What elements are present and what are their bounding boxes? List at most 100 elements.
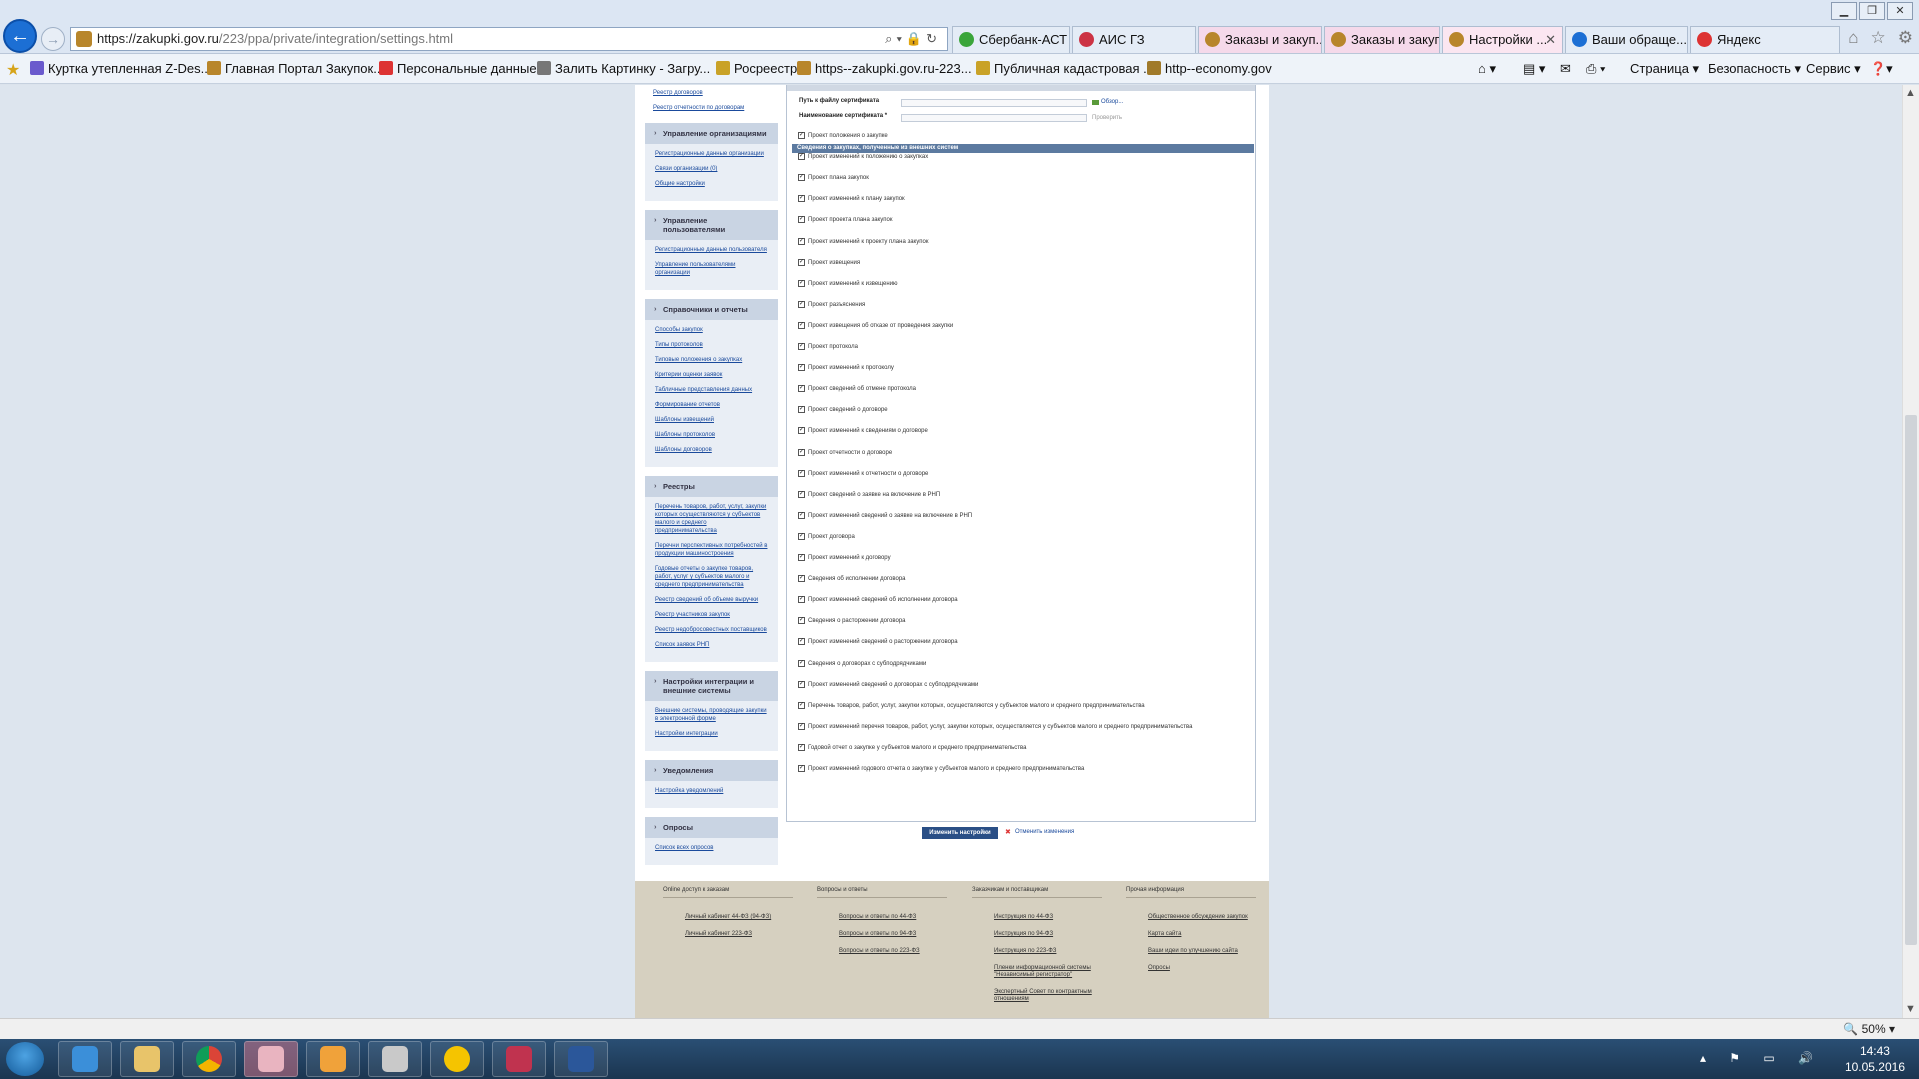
sidebar-group-title[interactable]: Справочники и отчеты — [645, 299, 778, 320]
sidebar-link[interactable]: Список всех опросов — [655, 844, 768, 852]
sidebar-link[interactable]: Управление пользователями организации — [655, 261, 768, 277]
system-tray-icons[interactable]: ▴ ⚑ ▭ 🔊 — [1700, 1051, 1823, 1065]
checkbox[interactable]: ✓ — [798, 680, 805, 688]
checkbox[interactable]: ✓ — [798, 153, 805, 161]
checkbox[interactable]: ✓ — [798, 638, 805, 646]
mail-icon[interactable]: ✉ — [1560, 61, 1571, 77]
check-button[interactable]: Проверить — [1092, 115, 1122, 121]
checkbox[interactable]: ✓ — [798, 511, 805, 519]
checkbox-row[interactable]: ✓ Проект изменений сведений о заявке на в… — [798, 511, 972, 521]
checkbox-row[interactable]: ✓ Проект отчетности о договоре — [798, 448, 892, 458]
checkbox-row[interactable]: ✓ Сведения о расторжении договора — [798, 617, 906, 626]
sidebar-link[interactable]: Реестр договоров — [653, 89, 770, 97]
clock[interactable]: 14:43 10.05.2016 — [1845, 1043, 1905, 1075]
checkbox[interactable]: ✓ — [798, 532, 805, 540]
checkbox[interactable]: ✓ — [798, 174, 805, 182]
footer-link[interactable]: Вопросы и ответы по 44-ФЗ — [839, 914, 947, 921]
page-menu[interactable]: Страница ▾ — [1630, 61, 1699, 77]
browser-tab[interactable]: АИС ГЗ — [1072, 26, 1196, 53]
checkbox-row[interactable]: ✓ Проект изменений к извещению — [798, 279, 898, 289]
checkbox-row[interactable]: ✓ Сведения об исполнении договора — [798, 575, 906, 584]
sidebar-link[interactable]: Реестр участников закупок — [655, 611, 768, 619]
browser-tab[interactable]: Яндекс — [1690, 26, 1840, 53]
scissors-taskbar-icon[interactable] — [244, 1041, 298, 1077]
print-icon[interactable]: ⎙ ▾ — [1586, 61, 1605, 77]
sidebar-link[interactable]: Перечень товаров, работ, услуг, закупки … — [655, 503, 768, 535]
media-taskbar-icon[interactable] — [306, 1041, 360, 1077]
sidebar-link[interactable]: Шаблоны извещений — [655, 416, 768, 424]
cancel-changes-button[interactable]: Отменить изменения — [1005, 828, 1074, 836]
checkbox[interactable]: ✓ — [798, 448, 805, 456]
checkbox-row[interactable]: ✓ Проект разъяснения — [798, 300, 865, 310]
browser-tab[interactable]: Заказы и закуп... — [1198, 26, 1322, 53]
chrome-taskbar-icon[interactable] — [182, 1041, 236, 1077]
checkbox[interactable]: ✓ — [798, 743, 805, 751]
browse-button[interactable]: Обзор... — [1092, 99, 1123, 105]
footer-link[interactable]: Экспертный Совет по контрактным отношени… — [994, 989, 1102, 1003]
cert-path-input[interactable] — [901, 99, 1087, 107]
checkbox[interactable]: ✓ — [798, 300, 805, 308]
checkbox[interactable]: ✓ — [798, 364, 805, 372]
sidebar-link[interactable]: Типовые положения о закупках — [655, 356, 768, 364]
checkbox-row[interactable]: ✓ Проект изменений к плану закупок — [798, 195, 905, 204]
sidebar-group-title[interactable]: Управление пользователями — [645, 210, 778, 240]
checkbox[interactable]: ✓ — [798, 575, 805, 583]
checkbox-row[interactable]: ✓ Проект изменений к протоколу — [798, 364, 894, 373]
checkbox[interactable]: ✓ — [798, 659, 805, 667]
sidebar-link[interactable]: Годовые отчеты о закупке товаров, работ,… — [655, 565, 768, 589]
footer-link[interactable]: Инструкция по 94-ФЗ — [994, 931, 1102, 938]
checkbox[interactable]: ✓ — [798, 554, 805, 561]
checkbox-row[interactable]: ✓ Сведения о договорах с субподрядчиками — [798, 659, 926, 669]
favorite-link[interactable]: Главная Портал Закупок... — [207, 61, 384, 76]
favorites-star-icon[interactable]: ★ — [6, 60, 20, 80]
footer-link[interactable]: Вопросы и ответы по 223-ФЗ — [839, 948, 947, 955]
address-bar[interactable]: https://zakupki.gov.ru/223/ppa/private/i… — [70, 27, 948, 51]
cert-name-input[interactable] — [901, 114, 1087, 122]
checkbox[interactable]: ✓ — [798, 258, 805, 266]
sidebar-group-title[interactable]: Настройки интеграции и внешние системы — [645, 671, 778, 701]
sidebar-link[interactable]: Реестр отчетности по договорам — [653, 104, 770, 112]
checkbox-row[interactable]: ✓ Проект изменений к положению о закупках — [798, 153, 928, 162]
checkbox-row[interactable]: ✓ Проект сведений о договоре — [798, 406, 888, 415]
sidebar-link[interactable]: Настройка уведомлений — [655, 787, 768, 795]
checkbox-row[interactable]: ✓ Перечень товаров, работ, услуг, закупки… — [798, 701, 1145, 711]
start-button[interactable] — [6, 1042, 44, 1076]
checkbox-row[interactable]: ✓ Проект изменений сведений об исполнении… — [798, 596, 958, 605]
checkbox-row[interactable]: ✓ Проект изменений к договору — [798, 554, 891, 563]
sidebar-link[interactable]: Связи организации (0) — [655, 165, 768, 173]
sidebar-group-title[interactable]: Уведомления — [645, 760, 778, 781]
sidebar-group-title[interactable]: Управление организациями — [645, 123, 778, 144]
favorite-link[interactable]: Залить Картинку - Загру... — [537, 61, 710, 76]
checkbox-row[interactable]: ✓ Проект извещения об отказе от проведени… — [798, 321, 953, 331]
sidebar-link[interactable]: Внешние системы, проводящие закупки в эл… — [655, 707, 768, 723]
checkbox[interactable]: ✓ — [798, 132, 805, 139]
sidebar-link[interactable]: Регистрационные данные организации — [655, 150, 768, 158]
favorites-star-icon[interactable]: ☆ — [1871, 28, 1886, 48]
checkbox-row[interactable]: ✓ Проект изменений перечня товаров, работ… — [798, 722, 1192, 732]
word-taskbar-icon[interactable] — [554, 1041, 608, 1077]
checkbox[interactable]: ✓ — [798, 469, 805, 477]
home-menu-icon[interactable]: ⌂ ▾ — [1478, 61, 1496, 77]
sidebar-group-title[interactable]: Реестры — [645, 476, 778, 497]
checkbox[interactable]: ✓ — [798, 406, 805, 414]
footer-link[interactable]: Карта сайта — [1148, 931, 1256, 938]
checkbox-row[interactable]: ✓ Проект изменений к сведениям о договоре — [798, 427, 928, 436]
browser-tab[interactable]: Ваши обраще... — [1565, 26, 1688, 53]
1c-taskbar-icon[interactable] — [430, 1041, 484, 1077]
checkbox[interactable]: ✓ — [798, 195, 805, 203]
sidebar-link[interactable]: Формирование отчетов — [655, 401, 768, 409]
favorite-link[interactable]: Персональные данные — [379, 61, 537, 76]
checkbox-row[interactable]: ✓ Проект изменений к отчетности о договор… — [798, 469, 928, 479]
checkbox[interactable]: ✓ — [798, 237, 805, 245]
checkbox-row[interactable]: ✓ Проект сведений о заявке на включение в… — [798, 490, 940, 500]
sidebar-link[interactable]: Реестр сведений об объеме выручки — [655, 596, 768, 604]
checkbox[interactable]: ✓ — [798, 427, 805, 435]
sidebar-link[interactable]: Шаблоны договоров — [655, 446, 768, 454]
checkbox[interactable]: ✓ — [798, 385, 805, 393]
favorite-link[interactable]: http--economy.gov — [1147, 61, 1272, 76]
checkbox[interactable]: ✓ — [798, 596, 805, 604]
sidebar-link[interactable]: Шаблоны протоколов — [655, 431, 768, 439]
browser-tab[interactable]: Заказы и закуп... — [1324, 26, 1440, 53]
sidebar-link[interactable]: Настройки интеграции — [655, 730, 768, 738]
maximize-button[interactable]: ❐ — [1859, 2, 1885, 20]
